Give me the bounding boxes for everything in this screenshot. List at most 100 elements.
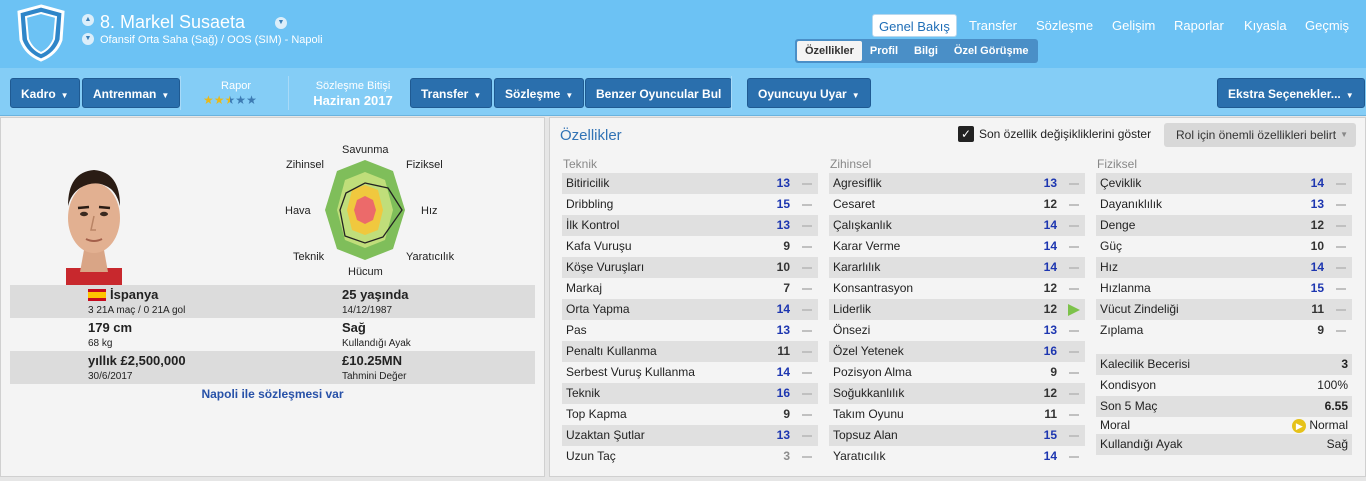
name-dropdown-icon[interactable]: ▼ (275, 17, 287, 29)
contract-end-label: Sözleşme Bitişi (315, 80, 391, 92)
attribute-row[interactable]: Cesaret 12 (829, 194, 1085, 215)
attribute-value: 13 (776, 218, 790, 232)
attribute-row[interactable]: Pas 13 (562, 320, 818, 341)
attribute-row[interactable]: Özel Yetenek 16 (829, 341, 1085, 362)
attribute-name: Pozisyon Alma (833, 365, 912, 379)
attribute-name: Cesaret (833, 197, 876, 211)
no-change-icon (1069, 288, 1079, 290)
attribute-row[interactable]: Önsezi 13 (829, 320, 1085, 341)
extra-options-button[interactable]: Ekstra Seçenekler... ▼ (1217, 78, 1365, 108)
attribute-row[interactable]: Pozisyon Alma 9 (829, 362, 1085, 383)
no-change-icon (802, 393, 812, 395)
no-change-icon (802, 351, 812, 353)
attribute-row[interactable]: Denge 12 (1096, 215, 1352, 236)
attribute-value: 3 (783, 449, 790, 463)
subtab-private-chat[interactable]: Özel Görüşme (946, 41, 1037, 61)
attribute-row[interactable]: Uzun Taç 3 (562, 446, 818, 467)
no-change-icon (1069, 372, 1079, 374)
attribute-row[interactable]: Serbest Vuruş Kullanma 14 (562, 362, 818, 383)
attribute-row[interactable]: Penaltı Kullanma 11 (562, 341, 818, 362)
attribute-value: 14 (776, 365, 790, 379)
attribute-name: Çeviklik (1100, 176, 1142, 190)
attribute-row[interactable]: Yaratıcılık 14 (829, 446, 1085, 467)
attribute-row[interactable]: Kafa Vuruşu 9 (562, 236, 818, 257)
attribute-row[interactable]: Çeviklik 14 (1096, 173, 1352, 194)
attribute-row[interactable]: Bitiricilik 13 (562, 173, 818, 194)
no-change-icon (802, 204, 812, 206)
training-button[interactable]: Antrenman ▼ (82, 78, 181, 108)
attribute-name: Dayanıklılık (1100, 197, 1163, 211)
attribute-row[interactable]: Takım Oyunu 11 (829, 404, 1085, 425)
attribute-row[interactable]: Liderlik 12 (829, 299, 1085, 320)
attribute-name: Top Kapma (566, 407, 627, 421)
attribute-value: 14 (776, 302, 790, 316)
club-crest-icon[interactable] (16, 4, 66, 62)
attribute-name: Hızlanma (1100, 281, 1151, 295)
chevron-down-icon: ▼ (473, 91, 482, 100)
tab-overview[interactable]: Genel Bakış (872, 14, 957, 37)
tab-contract[interactable]: Sözleşme (1030, 14, 1099, 37)
chevron-down-icon: ▼ (851, 91, 860, 100)
attribute-row[interactable]: Orta Yapma 14 (562, 299, 818, 320)
attribute-row[interactable]: Teknik 16 (562, 383, 818, 404)
attribute-row[interactable]: Uzaktan Şutlar 13 (562, 425, 818, 446)
attribute-row[interactable]: Hız 14 (1096, 257, 1352, 278)
nationality: İspanya (110, 287, 159, 302)
attribute-value: 16 (776, 386, 790, 400)
report-stars[interactable]: ★★★★★ (203, 93, 257, 107)
show-changes-label[interactable]: Son özellik değişikliklerini göster (979, 127, 1151, 141)
attribute-value: 13 (1310, 197, 1324, 211)
technical-title: Teknik (563, 157, 598, 171)
next-player-icon[interactable]: ▼ (82, 33, 94, 45)
subtab-attributes[interactable]: Özellikler (797, 41, 862, 61)
attribute-radar-chart: Savunma Zihinsel Fiziksel Hava Hız Tekni… (270, 140, 470, 280)
attribute-row[interactable]: Karar Verme 14 (829, 236, 1085, 257)
attribute-row[interactable]: Çalışkanlık 14 (829, 215, 1085, 236)
chevron-down-icon: ▼ (60, 91, 69, 100)
preferred-foot-label: Kullandığı Ayak (342, 338, 411, 349)
transfer-button[interactable]: Transfer ▼ (410, 78, 493, 108)
stat-preferred-foot: Kullandığı Ayak Sağ (1096, 434, 1352, 455)
attribute-row[interactable]: Top Kapma 9 (562, 404, 818, 425)
show-changes-checkbox[interactable]: ✓ (958, 126, 974, 142)
subtab-info[interactable]: Bilgi (906, 41, 946, 61)
no-change-icon (1336, 267, 1346, 269)
attribute-row[interactable]: Topsuz Alan 15 (829, 425, 1085, 446)
highlight-role-attributes-button[interactable]: Rol için önemli özellikleri belirt ▼ (1164, 123, 1356, 147)
squad-button[interactable]: Kadro ▼ (10, 78, 80, 108)
contract-note-link[interactable]: Napoli ile sözleşmesi var (10, 387, 535, 401)
attribute-value: 12 (1310, 218, 1324, 232)
attribute-row[interactable]: Kararlılık 14 (829, 257, 1085, 278)
attribute-row[interactable]: Köşe Vuruşları 10 (562, 257, 818, 278)
find-similar-button[interactable]: Benzer Oyuncular Bul (585, 78, 733, 108)
tab-transfer[interactable]: Transfer (963, 14, 1023, 37)
attribute-name: İlk Kontrol (566, 218, 620, 232)
attribute-row[interactable]: Agresiflik 13 (829, 173, 1085, 194)
attribute-row[interactable]: Vücut Zindeliği 11 (1096, 299, 1352, 320)
no-change-icon (1336, 183, 1346, 185)
previous-player-icon[interactable]: ▲ (82, 14, 94, 26)
tab-history[interactable]: Geçmiş (1299, 14, 1355, 37)
attribute-row[interactable]: Dayanıklılık 13 (1096, 194, 1352, 215)
attribute-row[interactable]: İlk Kontrol 13 (562, 215, 818, 236)
attribute-row[interactable]: Dribbling 15 (562, 194, 818, 215)
no-change-icon (1069, 267, 1079, 269)
attribute-row[interactable]: Güç 10 (1096, 236, 1352, 257)
tab-reports[interactable]: Raporlar (1168, 14, 1230, 37)
contract-button[interactable]: Sözleşme ▼ (494, 78, 585, 108)
no-change-icon (1069, 435, 1079, 437)
attribute-row[interactable]: Markaj 7 (562, 278, 818, 299)
attribute-row[interactable]: Soğukkanlılık 12 (829, 383, 1085, 404)
attribute-row[interactable]: Zıplama 9 (1096, 320, 1352, 341)
attribute-name: Denge (1100, 218, 1136, 232)
attribute-value: 11 (1311, 302, 1324, 316)
subtab-profile[interactable]: Profil (862, 41, 906, 61)
attribute-row[interactable]: Hızlanma 15 (1096, 278, 1352, 299)
chevron-down-icon: ▼ (1340, 130, 1348, 139)
attribute-row[interactable]: Konsantrasyon 12 (829, 278, 1085, 299)
warn-player-button[interactable]: Oyuncuyu Uyar ▼ (747, 78, 871, 108)
tab-development[interactable]: Gelişim (1106, 14, 1161, 37)
attribute-value: 12 (1043, 197, 1057, 211)
tab-compare[interactable]: Kıyasla (1238, 14, 1293, 37)
estimated-value-label: Tahmini Değer (342, 371, 407, 382)
